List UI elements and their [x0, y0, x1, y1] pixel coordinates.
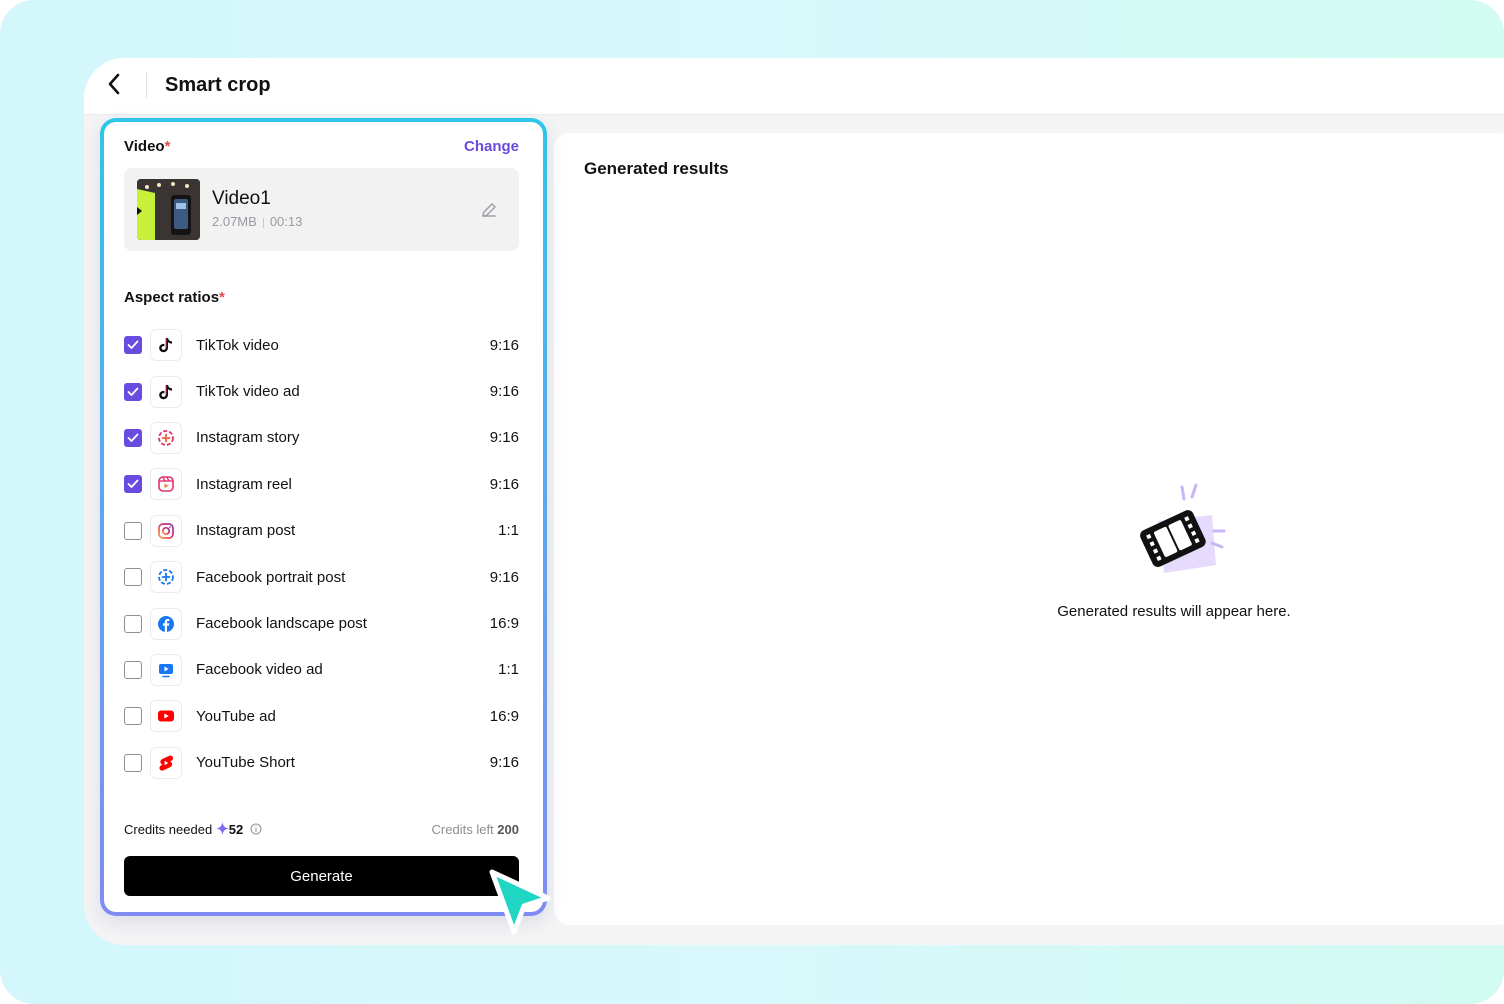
video-label: Video* — [124, 138, 170, 155]
tiktok-icon — [150, 375, 182, 408]
credits-needed-value: 52 — [228, 822, 244, 837]
aspect-ratio-value: 9:16 — [489, 754, 519, 772]
instagram-reel-icon — [150, 468, 182, 501]
instagram-icon — [150, 514, 182, 547]
checkbox[interactable] — [124, 568, 142, 587]
aspect-ratio-value: 9:16 — [489, 336, 519, 354]
aspect-ratio-label: Instagram story — [196, 429, 300, 447]
aspect-ratio-label: YouTube Short — [196, 754, 295, 772]
aspect-ratio-option[interactable]: Facebook landscape post 16:9 — [124, 600, 519, 646]
pencil-icon[interactable] — [479, 200, 499, 220]
aspect-ratio-label: Instagram reel — [196, 475, 292, 493]
aspect-ratio-value: 1:1 — [498, 661, 519, 679]
form-inner: Video* Change Video1 2.07MB 00:13 Aspect… — [104, 122, 543, 912]
aspect-ratio-value: 1:1 — [498, 522, 519, 540]
aspect-ratio-option[interactable]: Facebook portrait post 9:16 — [124, 554, 519, 600]
credits-row: Credits needed 52 Credits left 200 — [124, 822, 519, 837]
checkbox-checked[interactable] — [124, 428, 142, 447]
aspect-ratio-value: 9:16 — [489, 568, 519, 586]
tiktok-icon — [150, 329, 182, 362]
credits-left-label: Credits left — [431, 822, 494, 837]
aspect-ratio-option[interactable]: TikTok video 9:16 — [124, 322, 519, 368]
credits-left: Credits left 200 — [432, 822, 519, 837]
video-thumbnail — [137, 179, 200, 240]
results-panel: Generated results Generated results will… — [554, 133, 1504, 925]
checkbox[interactable] — [124, 521, 142, 540]
aspect-ratio-label: Facebook video ad — [196, 661, 323, 679]
facebook-icon — [150, 607, 182, 640]
check-icon — [127, 387, 139, 396]
aspect-ratio-label: YouTube ad — [196, 707, 276, 725]
aspect-ratio-value: 9:16 — [489, 475, 519, 493]
check-icon — [127, 479, 139, 489]
chevron-left-icon — [108, 73, 120, 95]
video-name: Video1 — [212, 188, 271, 209]
checkbox[interactable] — [124, 614, 142, 633]
video-card[interactable]: Video1 2.07MB 00:13 — [124, 168, 519, 251]
aspect-ratio-option[interactable]: YouTube ad 16:9 — [124, 693, 519, 739]
aspect-ratio-value: 9:16 — [489, 429, 519, 447]
aspect-ratio-label: Facebook portrait post — [196, 568, 346, 586]
checkbox[interactable] — [124, 753, 142, 772]
required-mark: * — [219, 289, 225, 306]
facebook-story-icon — [150, 561, 182, 594]
aspect-ratios-label-text: Aspect ratios — [124, 289, 220, 306]
required-mark: * — [164, 138, 171, 155]
topbar-divider — [146, 72, 147, 98]
aspect-ratio-value: 9:16 — [489, 383, 519, 401]
empty-state-message: Generated results will appear here. — [1057, 603, 1291, 620]
check-icon — [127, 433, 139, 442]
aspect-ratio-label: TikTok video ad — [196, 383, 300, 401]
video-duration: 00:13 — [269, 214, 303, 229]
aspect-ratio-value: 16:9 — [489, 615, 519, 633]
aspect-ratio-option[interactable]: Instagram post 1:1 — [124, 508, 519, 554]
credits-needed-label: Credits needed — [124, 822, 213, 837]
aspect-ratio-option[interactable]: Facebook video ad 1:1 — [124, 647, 519, 693]
aspect-ratio-option[interactable]: TikTok video ad 9:16 — [124, 368, 519, 414]
page-title: Smart crop — [165, 74, 271, 96]
video-size: 2.07MB — [212, 214, 257, 229]
results-title: Generated results — [584, 159, 729, 178]
youtube-icon — [150, 700, 182, 733]
check-icon — [127, 340, 139, 350]
cursor-icon — [489, 869, 551, 935]
aspect-ratio-option[interactable]: Instagram reel 9:16 — [124, 461, 519, 507]
aspect-ratio-option[interactable]: YouTube Short 9:16 — [124, 740, 519, 786]
checkbox[interactable] — [124, 707, 142, 726]
credits-needed: Credits needed 52 — [124, 822, 262, 837]
credits-left-value: 200 — [497, 822, 519, 837]
video-meta: 2.07MB 00:13 — [212, 214, 302, 229]
aspect-ratio-label: Facebook landscape post — [196, 615, 367, 633]
checkbox-checked[interactable] — [124, 382, 142, 401]
facebook-video-icon — [150, 653, 182, 686]
aspect-ratio-label: Instagram post — [196, 522, 296, 540]
film-icon — [1140, 483, 1226, 573]
checkbox[interactable] — [124, 660, 142, 679]
checkbox-checked[interactable] — [124, 336, 142, 355]
checkbox-checked[interactable] — [124, 475, 142, 494]
aspect-ratio-label: TikTok video — [196, 336, 279, 354]
sparkle-icon — [215, 822, 229, 835]
generate-button[interactable]: Generate — [124, 856, 519, 896]
aspect-ratios-label: Aspect ratios* — [124, 289, 225, 306]
aspect-ratio-list: TikTok video 9:16 TikTok video ad 9:16 Insta… — [124, 322, 519, 786]
video-label-text: Video — [124, 138, 165, 155]
top-bar: Smart crop — [84, 58, 1504, 115]
change-video-link[interactable]: Change — [464, 138, 519, 155]
aspect-ratio-option[interactable]: Instagram story 9:16 — [124, 415, 519, 461]
back-button[interactable] — [102, 72, 126, 96]
aspect-ratio-value: 16:9 — [489, 707, 519, 725]
info-icon[interactable] — [250, 823, 262, 835]
smart-crop-form: Video* Change Video1 2.07MB 00:13 Aspect… — [100, 118, 547, 916]
youtube-shorts-icon — [150, 746, 182, 779]
instagram-story-icon — [150, 421, 182, 454]
